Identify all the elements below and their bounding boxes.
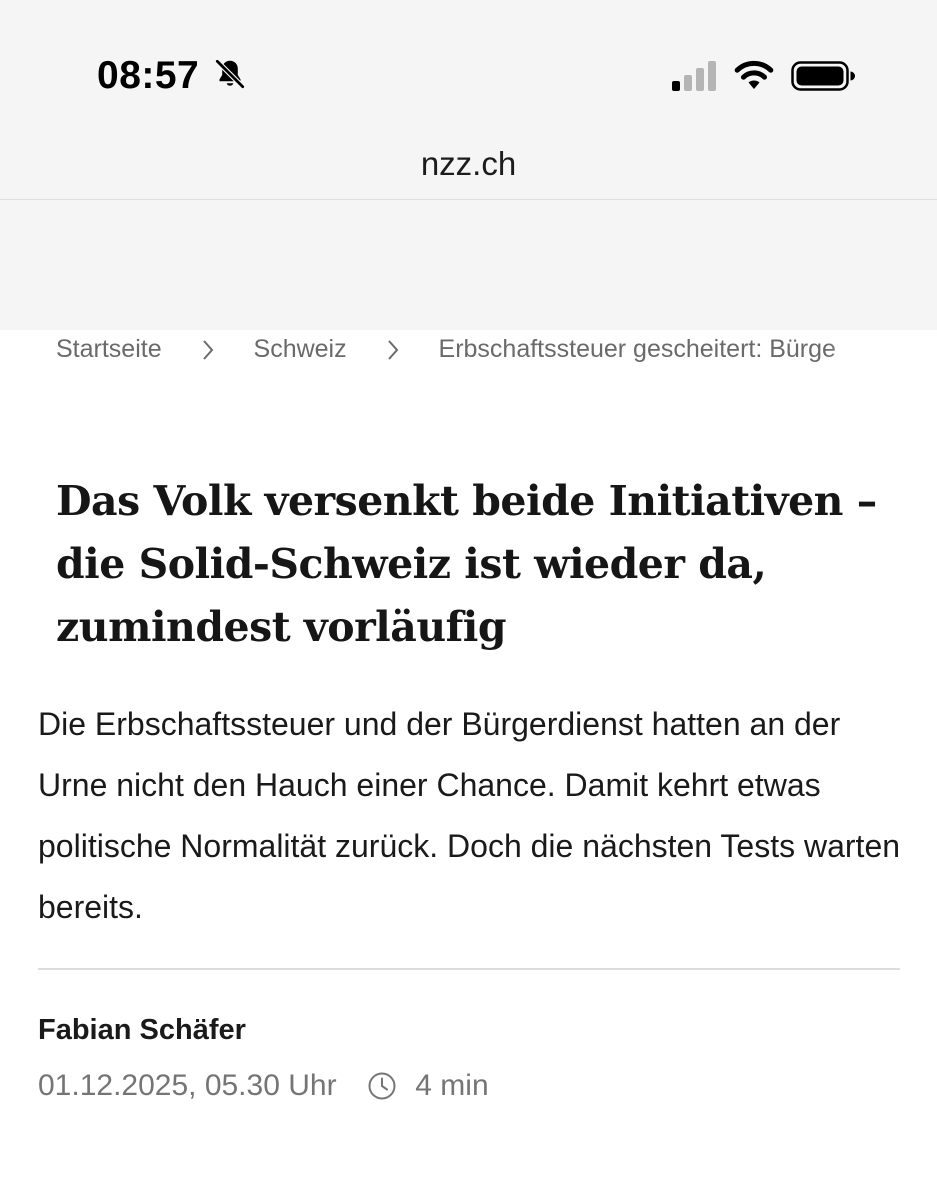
wifi-icon — [734, 60, 774, 89]
author-name[interactable]: Fabian Schäfer — [38, 1014, 246, 1047]
article-lead: Die Erbschaftssteuer und der Bürgerdiens… — [38, 706, 901, 925]
breadcrumb-item-startseite[interactable]: Startseite — [56, 335, 162, 364]
article-meta: 01.12.2025, 05.30 Uhr 4 min — [38, 1068, 489, 1112]
bell-slash-icon — [215, 59, 245, 89]
breadcrumb-fade — [826, 334, 886, 374]
breadcrumb-item-current[interactable]: Erbschaftssteuer gescheitert: Bürge — [439, 335, 836, 364]
clock-icon — [368, 1072, 396, 1100]
article-headline: Das Volk versenkt beide Initiativen – di… — [56, 477, 877, 651]
breadcrumb: Startseite Schweiz Erbschaftssteuer gesc… — [56, 334, 886, 374]
article-divider — [38, 968, 900, 970]
cellular-signal-icon — [672, 61, 716, 91]
chrome-divider — [0, 199, 937, 200]
publish-date: 01.12.2025, 05.30 Uhr — [38, 1069, 337, 1103]
browser-chrome: 08:57 nzz.ch — [0, 0, 937, 330]
address-bar[interactable]: nzz.ch — [0, 145, 937, 183]
battery-icon — [791, 61, 855, 91]
chevron-right-icon — [169, 335, 247, 364]
status-bar: 08:57 — [0, 0, 937, 130]
breadcrumb-item-schweiz[interactable]: Schweiz — [254, 335, 347, 364]
status-time: 08:57 — [97, 54, 200, 97]
reading-time: 4 min — [415, 1069, 489, 1103]
chevron-right-icon — [354, 335, 432, 364]
